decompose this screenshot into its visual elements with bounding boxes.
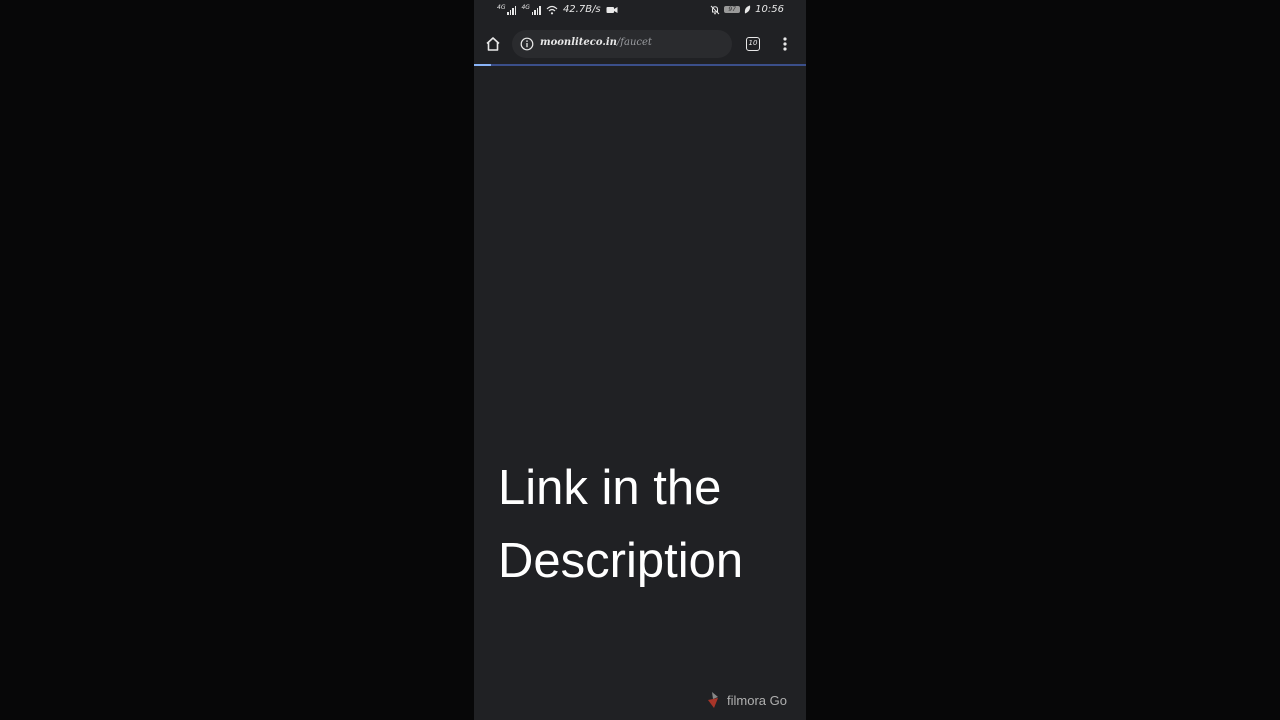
home-icon[interactable]	[483, 34, 503, 54]
tab-switcher-button[interactable]: 10	[746, 37, 760, 51]
overlay-caption: Link in the Description	[498, 452, 798, 598]
clock: 10:56	[755, 4, 784, 15]
network-speed: 42.7B/s	[562, 4, 601, 15]
watermark: filmora Go	[706, 691, 787, 709]
address-bar[interactable]: moonliteco.in/faucet	[512, 30, 732, 58]
status-left: 4G 4G 42.7B/s	[497, 4, 618, 15]
bell-muted-icon	[710, 5, 720, 14]
watermark-text: filmora Go	[727, 692, 787, 708]
page-content: Link in the Description filmora Go	[474, 66, 806, 720]
url-text[interactable]: moonliteco.in/faucet	[540, 37, 652, 48]
video-frame: 4G 4G 42.7B/s 97 10:56 moonliteco.in/fau…	[0, 0, 1280, 720]
url-host: moonliteco.in	[540, 37, 617, 48]
browser-toolbar: moonliteco.in/faucet 10	[474, 24, 806, 64]
phone-screen: 4G 4G 42.7B/s 97 10:56 moonliteco.in/fau…	[474, 0, 806, 720]
status-bar: 4G 4G 42.7B/s 97 10:56	[474, 0, 806, 22]
status-right: 97 10:56	[710, 4, 784, 15]
more-menu-icon[interactable]	[777, 34, 793, 54]
caption-line-1: Link in the	[498, 461, 722, 515]
caption-line-2: Description	[498, 534, 744, 588]
signal-icon-2: 4G	[521, 3, 541, 15]
network-type-label-2: 4G	[521, 3, 530, 11]
url-path: /faucet	[616, 37, 652, 48]
network-type-label: 4G	[497, 3, 506, 11]
battery-icon: 97	[724, 6, 741, 13]
filmora-logo-icon	[708, 692, 718, 708]
signal-icon: 4G	[497, 3, 517, 15]
info-icon[interactable]	[520, 37, 534, 51]
wifi-icon	[546, 5, 558, 14]
charging-leaf-icon	[745, 5, 751, 14]
video-camera-icon	[606, 6, 618, 13]
